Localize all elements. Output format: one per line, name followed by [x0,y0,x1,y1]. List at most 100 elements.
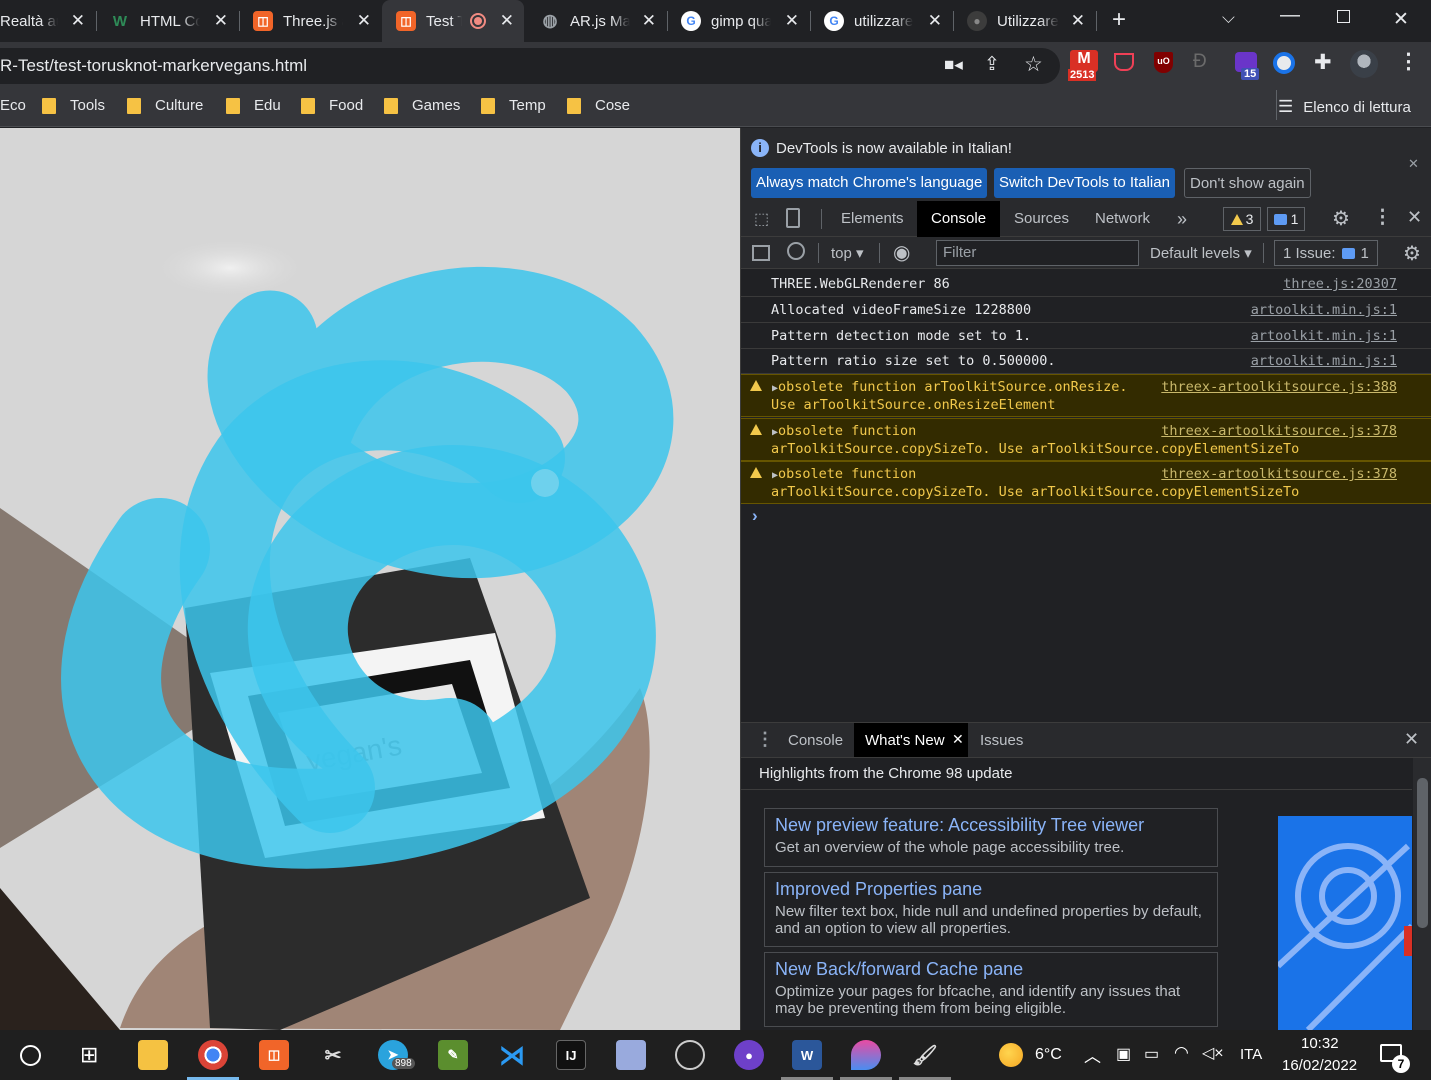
tab-gimp[interactable]: G gimp quadrato ✕ [669,0,809,42]
warning-source-link[interactable]: threex-artoolkitsource.js:378 [1161,423,1397,439]
tab-sources[interactable]: Sources [1014,201,1069,237]
console-settings-icon[interactable]: ⚙ [1403,241,1421,266]
drawer-tab-console[interactable]: Console [788,732,843,749]
tab-test-active[interactable]: ◫ Test TorusKnot ✕ [382,0,524,42]
warning-source-link[interactable]: threex-artoolkitsource.js:378 [1161,466,1397,482]
bookmark-edu[interactable]: Edu [226,97,281,114]
puzzle-icon[interactable]: ✚ [1314,50,1332,75]
weather-icon[interactable] [999,1043,1023,1067]
match-language-button[interactable]: Always match Chrome's language [751,168,988,198]
github-desktop-icon[interactable]: ● [734,1040,764,1070]
feature-card[interactable]: New Back/forward Cache pane Optimize you… [764,952,1218,1027]
scrollbar-thumb[interactable] [1417,778,1428,928]
drop-icon[interactable] [851,1040,881,1070]
battery-icon[interactable]: ▭ [1144,1044,1159,1064]
scrollbar[interactable] [1413,758,1431,1030]
feature-title[interactable]: New Back/forward Cache pane [775,959,1207,980]
tab-console[interactable]: Console [917,201,1001,237]
warnings-counter[interactable]: 3 [1223,207,1261,231]
meet-icon[interactable]: ▣ [1116,1044,1131,1064]
dont-show-button[interactable]: Don't show again [1184,168,1311,198]
messages-counter[interactable]: 1 [1267,207,1305,231]
close-icon[interactable]: ✕ [500,11,514,31]
log-source-link[interactable]: artoolkit.min.js:1 [1251,302,1397,318]
close-icon[interactable]: ✕ [928,11,942,31]
bookmark-cose[interactable]: Cose [567,97,630,114]
log-source-link[interactable]: three.js:20307 [1283,276,1397,292]
tab-utilizzare-2[interactable]: ● Utilizzare ✕ [955,0,1095,42]
context-select[interactable]: top ▾ [831,244,864,262]
reader-extension-icon[interactable]: Ɖ [1193,51,1207,73]
sidebar-toggle-icon[interactable] [752,245,770,261]
tab-threejs[interactable]: ◫ Three.js and ✕ [241,0,381,42]
file-explorer-icon[interactable] [138,1040,168,1070]
notepad-icon[interactable]: ✎ [438,1040,468,1070]
tab-network[interactable]: Network [1095,201,1150,237]
console-warning[interactable]: ▶obsolete function arToolkitSource.onRes… [741,374,1431,417]
console-prompt[interactable]: › [752,506,758,526]
bookmark-eco[interactable]: Eco [0,97,26,114]
feature-card[interactable]: Improved Properties pane New filter text… [764,872,1218,947]
snip-icon[interactable]: ✂ [318,1040,348,1070]
issues-button[interactable]: 1 Issue: 1 [1274,240,1378,266]
pocket-icon[interactable] [1114,53,1134,71]
search-icon[interactable] [20,1045,41,1066]
avatar[interactable] [1350,50,1378,78]
xampp-icon[interactable]: ◫ [259,1040,289,1070]
device-toolbar-icon[interactable] [786,208,800,228]
drawer-menu-icon[interactable]: ⋮ [756,729,774,750]
volume-icon[interactable]: ◁× [1202,1043,1224,1063]
eye-icon[interactable]: ◉ [893,240,910,265]
bookmark-games[interactable]: Games [384,97,460,114]
infobar-close-icon[interactable]: ✕ [1408,156,1419,172]
close-icon[interactable]: ✕ [785,11,799,31]
word-icon[interactable]: W [792,1040,822,1070]
console-warning[interactable]: ▶obsolete function arToolkitSource.copyS… [741,418,1431,461]
tab-html-code[interactable]: W HTML Code ✕ [98,0,238,42]
chevron-down-icon[interactable]: ⌵ [1222,8,1235,28]
tab-arjs[interactable]: ◍ AR.js Marker ✕ [526,0,666,42]
page-viewport[interactable]: vegan's [0,128,740,1030]
log-levels-select[interactable]: Default levels ▾ [1150,244,1252,262]
camera-icon[interactable]: ■◂ [944,55,963,75]
feature-title[interactable]: Improved Properties pane [775,879,1207,900]
task-view-icon[interactable]: ⊞ [80,1042,98,1068]
tab-realta[interactable]: Realtà aumentata ✕ [0,0,95,42]
tab-utilizzare-1[interactable]: G utilizzare ✕ [812,0,952,42]
console-warning[interactable]: ▶obsolete function arToolkitSource.copyS… [741,461,1431,504]
weather-temp[interactable]: 6°C [1035,1046,1062,1064]
close-icon[interactable]: ✕ [71,11,85,31]
warning-source-link[interactable]: threex-artoolkitsource.js:388 [1161,379,1397,395]
bookmark-culture[interactable]: Culture [127,97,203,114]
switch-italian-button[interactable]: Switch DevTools to Italian [994,168,1175,198]
sync-icon[interactable] [1273,52,1295,74]
close-icon[interactable]: ✕ [357,11,371,31]
menu-icon[interactable]: ⋮ [1398,49,1419,74]
close-icon[interactable]: ✕ [214,11,228,31]
clock-date[interactable]: 16/02/2022 [1282,1057,1357,1074]
new-tab-icon[interactable]: + [1112,6,1126,34]
close-drawer-icon[interactable]: ✕ [1404,729,1419,750]
more-tabs-icon[interactable]: » [1177,201,1187,237]
close-icon[interactable]: ✕ [642,11,656,31]
settings-icon[interactable]: ⚙ [1332,206,1350,231]
ublock-icon[interactable]: uO [1154,52,1173,73]
bookmark-tools[interactable]: Tools [42,97,105,114]
clock-time[interactable]: 10:32 [1301,1035,1339,1052]
log-source-link[interactable]: artoolkit.min.js:1 [1251,328,1397,344]
kebab-menu-icon[interactable]: ⋮ [1373,206,1392,229]
window-close-icon[interactable]: ✕ [1393,8,1409,31]
close-icon[interactable]: ✕ [952,731,964,748]
bookmark-food[interactable]: Food [301,97,363,114]
feature-card[interactable]: New preview feature: Accessibility Tree … [764,808,1218,867]
close-icon[interactable]: ✕ [1071,11,1085,31]
wifi-icon[interactable]: ◠ [1174,1043,1189,1063]
bookmark-temp[interactable]: Temp [481,97,546,114]
jetbrains-icon[interactable]: IJ [556,1040,586,1070]
drawer-tab-whats-new[interactable]: What's New ✕ [854,723,968,757]
app-icon[interactable] [616,1040,646,1070]
drawer-tab-issues[interactable]: Issues [980,732,1023,749]
reading-list[interactable]: ☰ Elenco di lettura [1278,97,1411,117]
log-source-link[interactable]: artoolkit.min.js:1 [1251,353,1397,369]
inspect-icon[interactable]: ⬚ [754,209,769,229]
